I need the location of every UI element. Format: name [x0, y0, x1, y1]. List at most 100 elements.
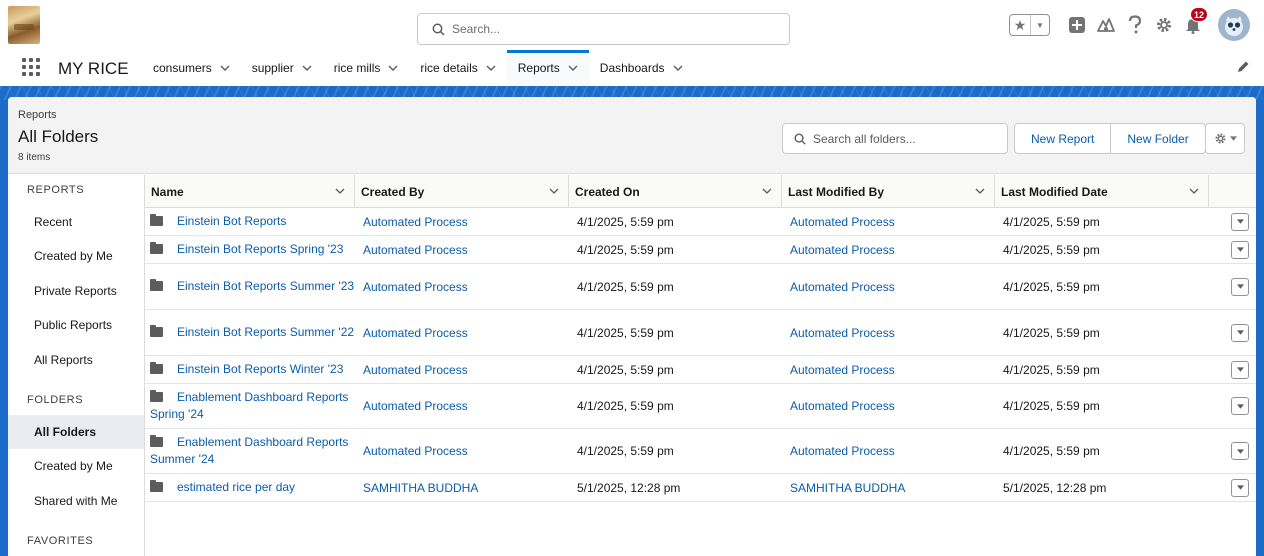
avatar[interactable] — [1218, 9, 1250, 41]
sidebar-item-folders-created-by-me[interactable]: Created by Me — [8, 449, 144, 483]
org-logo[interactable] — [8, 6, 40, 44]
user-link[interactable]: Automated Process — [790, 363, 895, 377]
row-actions-button[interactable] — [1231, 240, 1249, 259]
column-header-last-modified-date[interactable]: Last Modified Date — [995, 175, 1209, 208]
global-search[interactable] — [417, 13, 790, 45]
folder-link[interactable]: Einstein Bot Reports Winter '23 — [150, 361, 343, 378]
row-actions-button[interactable] — [1231, 212, 1249, 231]
user-link[interactable]: Automated Process — [790, 399, 895, 413]
table-row: Enablement Dashboard Reports Spring '24 … — [145, 384, 1256, 429]
row-actions-button[interactable] — [1231, 442, 1249, 460]
folder-link[interactable]: Einstein Bot Reports Summer '22 — [150, 324, 354, 341]
name-cell: Einstein Bot Reports Winter '23 — [150, 356, 358, 383]
user-link[interactable]: SAMHITHA BUDDHA — [790, 481, 905, 495]
user-link[interactable]: Automated Process — [363, 243, 468, 257]
nav-tab-consumers[interactable]: consumers — [142, 50, 241, 86]
chevron-down-icon[interactable] — [673, 65, 683, 71]
user-link[interactable]: Automated Process — [790, 243, 895, 257]
row-actions-button[interactable] — [1231, 277, 1249, 296]
name-cell: Enablement Dashboard Reports Summer '24 — [150, 429, 358, 473]
folder-link[interactable]: estimated rice per day — [150, 479, 295, 496]
help-icon[interactable] — [1124, 14, 1146, 36]
sidebar-item-label: All Reports — [34, 353, 93, 367]
name-cell: Enablement Dashboard Reports Spring '24 — [150, 384, 358, 428]
list-settings-button[interactable] — [1205, 123, 1245, 154]
user-link[interactable]: Automated Process — [790, 326, 895, 340]
global-search-input[interactable] — [452, 20, 772, 38]
sidebar-item-all-folders[interactable]: All Folders — [8, 415, 144, 449]
sidebar-item-public-reports[interactable]: Public Reports — [8, 308, 144, 342]
modified-by-cell: Automated Process — [782, 208, 995, 235]
column-header-created-on[interactable]: Created On — [569, 175, 782, 208]
sidebar-item-shared-with-me[interactable]: Shared with Me — [8, 484, 144, 518]
add-icon[interactable] — [1066, 14, 1088, 36]
chevron-down-icon[interactable] — [549, 188, 559, 194]
folder-link[interactable]: Enablement Dashboard Reports Spring '24 — [150, 389, 358, 423]
user-link[interactable]: SAMHITHA BUDDHA — [363, 481, 478, 495]
sidebar-item-recent[interactable]: Recent — [8, 205, 144, 239]
chevron-down-icon[interactable] — [762, 188, 772, 194]
chevron-down-icon[interactable] — [1189, 188, 1199, 194]
column-header-last-modified-by[interactable]: Last Modified By — [782, 175, 995, 208]
user-link[interactable]: Automated Process — [363, 215, 468, 229]
folder-link[interactable]: Einstein Bot Reports — [150, 213, 286, 230]
star-icon[interactable]: ★ — [1010, 15, 1031, 35]
chevron-down-icon[interactable] — [335, 188, 345, 194]
nav-tab-supplier[interactable]: supplier — [241, 50, 323, 86]
chevron-down-icon — [1236, 367, 1244, 372]
edit-nav-pencil-icon[interactable] — [1236, 60, 1250, 74]
nav-tab-label: consumers — [153, 61, 212, 75]
nav-tab-reports[interactable]: Reports — [506, 50, 589, 86]
trailhead-icon[interactable] — [1095, 14, 1117, 36]
user-link[interactable]: Automated Process — [363, 399, 468, 413]
folder-icon — [150, 362, 163, 374]
modified-date-cell: 4/1/2025, 5:59 pm — [1003, 362, 1100, 377]
chevron-down-icon[interactable] — [568, 65, 578, 71]
nav-tab-rice-details[interactable]: rice details — [409, 50, 506, 86]
row-actions-button[interactable] — [1231, 397, 1249, 415]
folder-search-input[interactable] — [813, 130, 999, 148]
sidebar-item-all-reports[interactable]: All Reports — [8, 343, 144, 377]
chevron-down-icon[interactable] — [302, 65, 312, 71]
row-actions-button[interactable] — [1231, 478, 1249, 497]
user-link[interactable]: Automated Process — [363, 326, 468, 340]
modified-date-cell: 4/1/2025, 5:59 pm — [1003, 399, 1100, 413]
column-header-name[interactable]: Name — [145, 175, 355, 208]
chevron-down-icon[interactable] — [388, 65, 398, 71]
chevron-down-icon[interactable]: ▼ — [1031, 15, 1049, 35]
column-header-created-by[interactable]: Created By — [355, 175, 569, 208]
chevron-down-icon[interactable] — [220, 65, 230, 71]
folder-search[interactable] — [782, 123, 1008, 154]
folder-link[interactable]: Enablement Dashboard Reports Summer '24 — [150, 434, 358, 468]
row-actions-button[interactable] — [1231, 360, 1249, 379]
chevron-down-icon[interactable] — [975, 188, 985, 194]
user-link[interactable]: Automated Process — [363, 280, 468, 294]
user-link[interactable]: Automated Process — [363, 444, 468, 458]
user-link[interactable]: Automated Process — [790, 215, 895, 229]
search-icon — [794, 133, 806, 145]
folder-link[interactable]: Einstein Bot Reports Spring '23 — [150, 241, 343, 258]
new-folder-button[interactable]: New Folder — [1111, 123, 1206, 154]
nav-tab-dashboards[interactable]: Dashboards — [589, 50, 694, 86]
user-link[interactable]: Automated Process — [363, 363, 468, 377]
sidebar-item-private-reports[interactable]: Private Reports — [8, 274, 144, 308]
table-row: Einstein Bot Reports Summer '23 Automate… — [145, 264, 1256, 310]
folder-name: Einstein Bot Reports Spring '23 — [177, 242, 344, 256]
app-launcher-icon[interactable] — [22, 58, 40, 76]
sidebar-item-created-by-me[interactable]: Created by Me — [8, 239, 144, 273]
favorites-button-group[interactable]: ★ ▼ — [1009, 14, 1050, 36]
notifications-button[interactable]: 12 — [1182, 7, 1208, 36]
user-link[interactable]: Automated Process — [790, 444, 895, 458]
folder-icon — [150, 242, 163, 254]
nav-tab-label: rice mills — [333, 61, 381, 75]
created-by-cell: Automated Process — [355, 384, 569, 428]
modified-date-cell: 4/1/2025, 5:59 pm — [1003, 279, 1100, 294]
row-actions-button[interactable] — [1231, 323, 1249, 342]
chevron-down-icon[interactable] — [486, 65, 496, 71]
new-report-button[interactable]: New Report — [1014, 123, 1112, 154]
nav-tab-rice-mills[interactable]: rice mills — [323, 50, 410, 86]
folder-link[interactable]: Einstein Bot Reports Summer '23 — [150, 278, 354, 295]
reports-card: Reports All Folders 8 items New Report N… — [8, 97, 1256, 556]
user-link[interactable]: Automated Process — [790, 280, 895, 294]
gear-icon[interactable] — [1153, 14, 1175, 36]
